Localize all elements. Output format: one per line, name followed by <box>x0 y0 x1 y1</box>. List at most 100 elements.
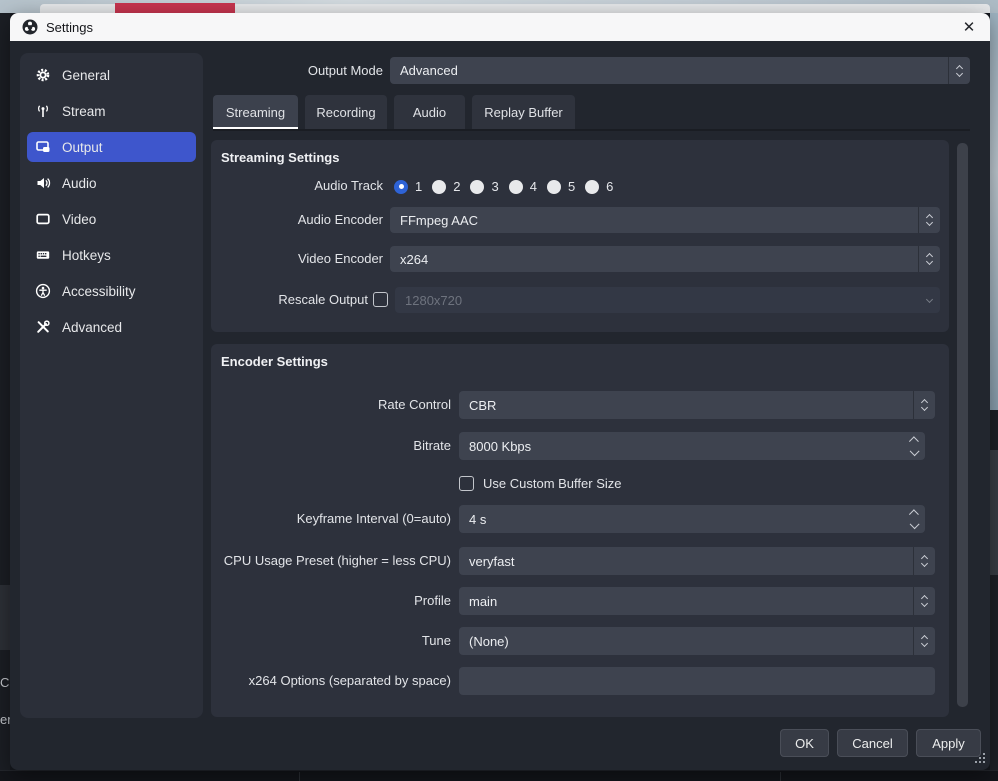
resize-grip[interactable] <box>975 761 977 763</box>
rate-control-select[interactable]: CBR <box>459 391 935 419</box>
chevron-down-icon <box>918 287 940 313</box>
audio-encoder-select[interactable]: FFmpeg AAC <box>390 207 940 233</box>
x264-options-label: x264 Options (separated by space) <box>211 667 451 695</box>
output-mode-select[interactable]: Advanced <box>390 57 970 84</box>
audio-track-1[interactable]: 1 <box>394 179 422 194</box>
audio-track-6[interactable]: 6 <box>585 179 613 194</box>
custom-buffer-label: Use Custom Buffer Size <box>483 476 621 491</box>
sidebar-item-label: Accessibility <box>62 284 136 299</box>
settings-sidebar: General Stream Output Audio <box>20 53 203 718</box>
rate-control-label: Rate Control <box>211 391 451 419</box>
sidebar-item-advanced[interactable]: Advanced <box>27 312 196 342</box>
tab-recording[interactable]: Recording <box>305 95 387 129</box>
rescale-output-label: Rescale Output <box>211 287 368 313</box>
close-icon[interactable]: ✕ <box>958 17 980 37</box>
radio-icon <box>547 180 561 194</box>
apply-button[interactable]: Apply <box>916 729 981 757</box>
chevron-up-down-icon[interactable] <box>948 57 970 84</box>
background-left-sliver <box>0 13 10 770</box>
radio-icon <box>432 180 446 194</box>
ok-button[interactable]: OK <box>780 729 829 757</box>
profile-label: Profile <box>211 587 451 615</box>
antenna-icon <box>35 103 51 119</box>
tune-select[interactable]: (None) <box>459 627 935 655</box>
tools-icon <box>35 319 51 335</box>
bitrate-label: Bitrate <box>211 432 451 460</box>
tab-replay-buffer[interactable]: Replay Buffer <box>472 95 575 129</box>
sidebar-item-accessibility[interactable]: Accessibility <box>27 276 196 306</box>
streaming-settings-group: Streaming Settings Audio Track 1 2 3 4 5 <box>211 140 949 332</box>
background-right-patch <box>990 450 998 575</box>
radio-icon <box>509 180 523 194</box>
sidebar-item-label: Video <box>62 212 96 227</box>
rescale-output-checkbox[interactable] <box>373 292 388 307</box>
profile-select[interactable]: main <box>459 587 935 615</box>
accessibility-icon <box>35 283 51 299</box>
spinner-arrows-icon[interactable] <box>903 505 925 533</box>
radio-checked-icon <box>394 180 408 194</box>
sidebar-item-label: Stream <box>62 104 106 119</box>
output-display-icon <box>35 139 51 155</box>
chevron-up-down-icon[interactable] <box>913 547 935 575</box>
x264-options-input[interactable] <box>459 667 935 695</box>
sidebar-item-label: General <box>62 68 110 83</box>
tab-streaming[interactable]: Streaming <box>213 95 298 129</box>
background-divider <box>780 772 781 781</box>
sidebar-item-output[interactable]: Output <box>27 132 196 162</box>
cpu-preset-select[interactable]: veryfast <box>459 547 935 575</box>
obs-logo-icon <box>22 19 38 35</box>
group-title: Encoder Settings <box>221 354 328 369</box>
background-left-band <box>0 585 10 650</box>
background-red-tab <box>115 3 235 13</box>
chevron-up-down-icon[interactable] <box>918 207 940 233</box>
rescale-resolution-select: 1280x720 <box>395 287 940 313</box>
keyboard-icon <box>35 247 51 263</box>
content-scrollbar[interactable] <box>957 143 968 707</box>
title-bar[interactable]: Settings ✕ <box>10 13 990 41</box>
keyframe-interval-spinbox[interactable]: 4 s <box>459 505 925 533</box>
video-encoder-select[interactable]: x264 <box>390 246 940 272</box>
audio-track-radio-group: 1 2 3 4 5 6 <box>394 179 623 194</box>
speaker-icon <box>35 175 51 191</box>
audio-track-3[interactable]: 3 <box>470 179 498 194</box>
sidebar-item-audio[interactable]: Audio <box>27 168 196 198</box>
output-mode-label: Output Mode <box>160 57 383 84</box>
chevron-up-down-icon[interactable] <box>913 627 935 655</box>
background-bottom-strip <box>0 770 998 781</box>
sidebar-item-label: Output <box>62 140 103 155</box>
gear-icon <box>35 67 51 83</box>
monitor-icon <box>35 211 51 227</box>
audio-track-label: Audio Track <box>211 179 383 193</box>
background-divider <box>299 772 300 781</box>
tab-audio[interactable]: Audio <box>394 95 465 129</box>
bitrate-spinbox[interactable]: 8000 Kbps <box>459 432 925 460</box>
radio-icon <box>470 180 484 194</box>
audio-track-2[interactable]: 2 <box>432 179 460 194</box>
sidebar-item-label: Audio <box>62 176 97 191</box>
encoder-settings-group: Encoder Settings Rate Control CBR Bitrat… <box>211 344 949 717</box>
background-right-sky <box>990 13 998 410</box>
sidebar-item-video[interactable]: Video <box>27 204 196 234</box>
radio-icon <box>585 180 599 194</box>
sidebar-item-label: Advanced <box>62 320 122 335</box>
tune-label: Tune <box>211 627 451 655</box>
audio-track-5[interactable]: 5 <box>547 179 575 194</box>
audio-encoder-label: Audio Encoder <box>211 207 383 233</box>
video-encoder-label: Video Encoder <box>211 246 383 272</box>
keyframe-interval-label: Keyframe Interval (0=auto) <box>211 505 451 533</box>
chevron-up-down-icon[interactable] <box>913 391 935 419</box>
settings-dialog: Settings ✕ General Stream <box>10 13 990 770</box>
custom-buffer-checkbox[interactable] <box>459 476 474 491</box>
group-title: Streaming Settings <box>221 150 339 165</box>
cancel-button[interactable]: Cancel <box>837 729 908 757</box>
window-title: Settings <box>46 20 93 35</box>
tabs-separator <box>213 129 970 131</box>
sidebar-item-label: Hotkeys <box>62 248 111 263</box>
audio-track-4[interactable]: 4 <box>509 179 537 194</box>
chevron-up-down-icon[interactable] <box>913 587 935 615</box>
chevron-up-down-icon[interactable] <box>918 246 940 272</box>
spinner-arrows-icon[interactable] <box>903 432 925 460</box>
sidebar-item-stream[interactable]: Stream <box>27 96 196 126</box>
sidebar-item-hotkeys[interactable]: Hotkeys <box>27 240 196 270</box>
cpu-preset-label: CPU Usage Preset (higher = less CPU) <box>211 547 451 575</box>
